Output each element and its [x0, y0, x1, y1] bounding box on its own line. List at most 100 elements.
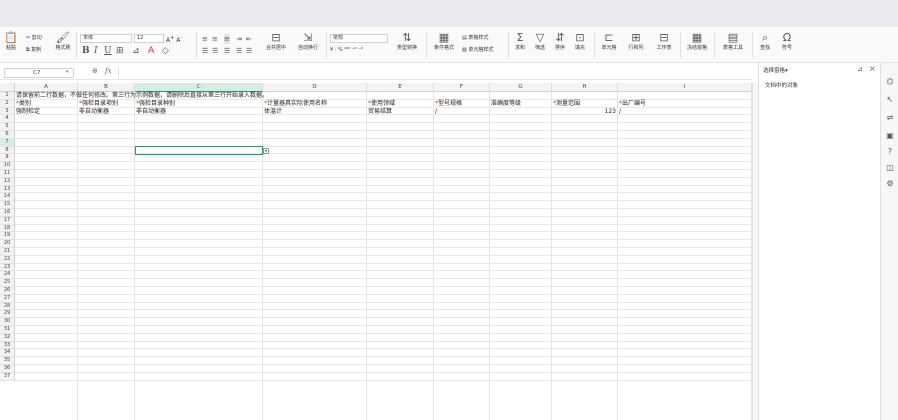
column-header-g[interactable]: G	[490, 83, 552, 92]
row-header-30[interactable]: 30	[0, 318, 15, 326]
justify-icon[interactable]: ☰	[236, 46, 242, 56]
column-header-h[interactable]: H	[552, 83, 618, 92]
sort-button[interactable]: ⇵ 排序	[552, 32, 568, 52]
properties-icon[interactable]: ⇌	[885, 113, 895, 123]
distribute-icon[interactable]: ☰	[246, 46, 252, 56]
align-right-icon[interactable]: ☰	[224, 46, 230, 56]
settings-icon[interactable]: ⚙	[885, 179, 895, 189]
example-cell-c[interactable]: 非自动衡器	[135, 108, 166, 116]
row-header-28[interactable]: 28	[0, 302, 15, 311]
symbol-button[interactable]: Ω 符号	[778, 32, 796, 52]
paste-button[interactable]: 📋 粘贴	[4, 32, 18, 52]
row-header-21[interactable]: 21	[0, 248, 15, 256]
header-cell-a[interactable]: *类别	[15, 100, 31, 108]
underline-icon[interactable]: U	[104, 46, 112, 56]
align-left-icon[interactable]: ☰	[202, 46, 208, 56]
fill-color-icon[interactable]: ⊿	[132, 46, 140, 56]
clear-icon[interactable]: ◇	[162, 46, 169, 56]
header-cell-c[interactable]: *强检目录种别	[135, 100, 175, 108]
row-header-29[interactable]: 29	[0, 310, 15, 319]
column-header-a[interactable]: A	[15, 83, 78, 92]
font-color-icon[interactable]: A	[148, 46, 154, 56]
row-header-8[interactable]: 8	[0, 146, 15, 155]
row-header-5[interactable]: 5	[0, 123, 15, 131]
fill-button[interactable]: ⊡ 填充	[572, 32, 588, 52]
row-header-3[interactable]: 3	[0, 107, 15, 116]
freeze-button[interactable]: ▦ 冻结窗格	[684, 32, 710, 52]
font-grow-button[interactable]: A+ A-	[166, 35, 182, 44]
indent-icon[interactable]: ⇥	[236, 34, 242, 44]
column-header-e[interactable]: E	[367, 83, 434, 92]
row-header-32[interactable]: 32	[0, 333, 15, 342]
align-middle-icon[interactable]: ≡	[212, 34, 218, 44]
row-header-25[interactable]: 25	[0, 279, 15, 287]
worksheet-button[interactable]: ⊟ 工作表	[652, 32, 676, 52]
row-header-20[interactable]: 20	[0, 240, 15, 248]
font-size-select[interactable]: 12	[134, 34, 164, 43]
header-cell-g[interactable]: 准确度等级	[490, 100, 521, 108]
spreadsheet-grid[interactable]: ABCDEFGHI 1 2 3 4 5 6 7 8 9 10 11 12 13 14 15 16 17 18 19 2…	[0, 83, 758, 420]
row-header-23[interactable]: 23	[0, 263, 15, 272]
name-box[interactable]: C7	[4, 68, 74, 78]
cell-button[interactable]: ⊏ 单元格	[598, 32, 620, 52]
outdent-icon[interactable]: ⇤	[246, 34, 252, 44]
sum-button[interactable]: Σ 求和	[512, 32, 528, 52]
example-cell-h[interactable]: 123	[552, 108, 616, 116]
row-header-36[interactable]: 36	[0, 365, 15, 373]
align-center-icon[interactable]: ☰	[212, 46, 218, 56]
format-painter-button[interactable]: 🖌 格式刷	[52, 32, 74, 52]
filter-button[interactable]: ▽ 筛选	[532, 32, 548, 52]
number-format-select[interactable]: 常规	[330, 34, 388, 43]
zoom-icon[interactable]: ⊕	[92, 67, 98, 75]
column-header-d[interactable]: D	[263, 83, 367, 92]
cell-dropdown-button[interactable]: ▾	[263, 148, 269, 154]
header-cell-i[interactable]: *出厂编号	[618, 100, 646, 108]
example-cell-i[interactable]: /	[618, 108, 621, 116]
header-cell-d[interactable]: *计量器具实际使用名称	[263, 100, 327, 108]
example-cell-b[interactable]: 非自动衡器	[78, 108, 109, 116]
format-icon[interactable]: ▣	[885, 131, 895, 141]
number-buttons[interactable]: ¥ · % ⁰⁰⁰ ⁺⁰ ⁻⁰	[330, 47, 363, 54]
column-header-f[interactable]: F	[434, 83, 490, 92]
row-header-37[interactable]: 37	[0, 372, 15, 381]
row-header-19[interactable]: 19	[0, 232, 15, 241]
cursor-icon[interactable]: ↖	[885, 95, 895, 105]
type-convert-button[interactable]: ⇅ 类型转换	[392, 32, 422, 52]
align-top-icon[interactable]: ≡	[202, 34, 208, 44]
row-header-1[interactable]: 1	[0, 92, 15, 100]
header-cell-f[interactable]: *型号规格	[434, 100, 462, 108]
row-header-16[interactable]: 16	[0, 209, 15, 217]
row-header-31[interactable]: 31	[0, 326, 15, 334]
row-header-2[interactable]: 2	[0, 99, 15, 108]
row-header-11[interactable]: 11	[0, 170, 15, 178]
merge-center-button[interactable]: ⊟ 合并居中	[262, 32, 290, 52]
selected-cell[interactable]	[135, 146, 263, 155]
notice-cell[interactable]: 请保留前二行数据，不做任何修改。第三行为示例数据，请删除后直接从第三行开始录入数…	[15, 92, 268, 100]
align-bottom-icon[interactable]: ≡	[224, 34, 230, 44]
shape-icon[interactable]: ⌬	[885, 77, 895, 87]
formula-input[interactable]	[118, 67, 748, 78]
column-header-b[interactable]: B	[78, 83, 135, 92]
example-cell-e[interactable]: 贸易结算	[367, 108, 392, 116]
italic-icon[interactable]: I	[94, 46, 98, 56]
header-cell-e[interactable]: *使用领域	[367, 100, 395, 108]
cut-button[interactable]: ✂ 剪切	[26, 35, 42, 42]
row-header-24[interactable]: 24	[0, 271, 15, 280]
example-cell-d[interactable]: 体温计	[263, 108, 282, 116]
row-header-7[interactable]: 7	[0, 138, 15, 147]
chevron-down-icon[interactable]: ▾	[66, 69, 69, 75]
backup-icon[interactable]: ◫	[885, 163, 895, 173]
row-header-18[interactable]: 18	[0, 224, 15, 233]
bold-icon[interactable]: B	[82, 46, 90, 56]
row-header-12[interactable]: 12	[0, 177, 15, 186]
border-icon[interactable]: ⊞	[116, 46, 124, 56]
conditional-format-button[interactable]: ▦ 条件格式	[430, 32, 458, 52]
table-style-button[interactable]: ▤ 表格样式	[462, 35, 488, 42]
row-header-10[interactable]: 10	[0, 162, 15, 170]
copy-button[interactable]: ⧉ 复制	[26, 47, 41, 54]
example-cell-f[interactable]: /	[434, 108, 437, 116]
fx-icon[interactable]: fx	[105, 67, 112, 75]
row-header-26[interactable]: 26	[0, 287, 15, 295]
close-icon[interactable]: ×	[869, 64, 876, 73]
row-header-33[interactable]: 33	[0, 341, 15, 350]
